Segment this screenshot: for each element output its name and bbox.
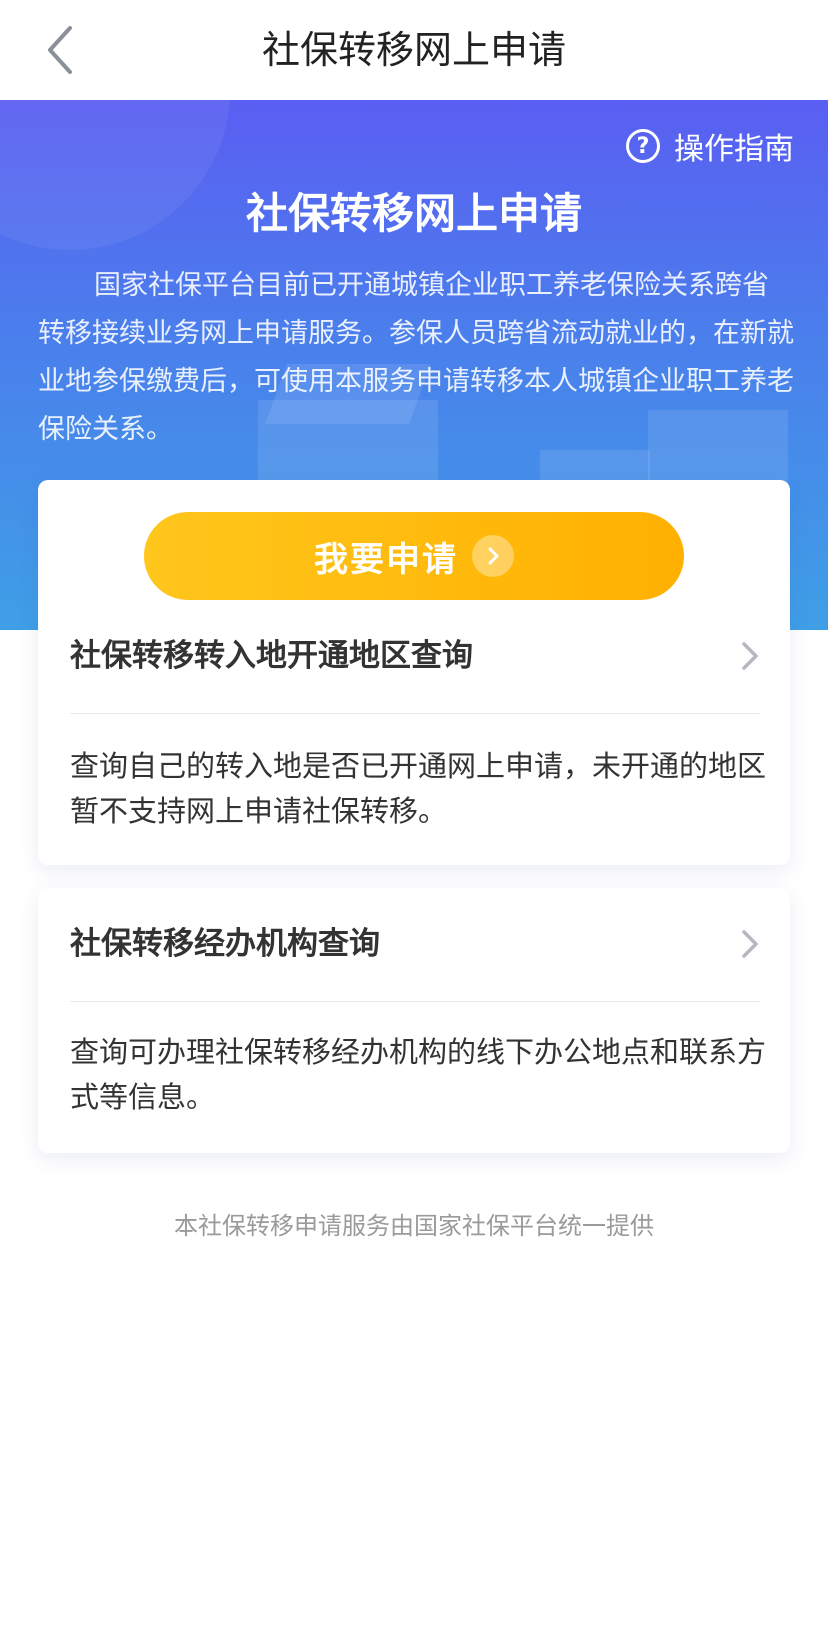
divider xyxy=(70,1001,760,1002)
apply-button-label: 我要申请 xyxy=(314,539,458,580)
region-query-description: 查询自己的转入地是否已开通网上申请，未开通的地区暂不支持网上申请社保转移。 xyxy=(70,749,767,828)
question-circle-icon: ? xyxy=(626,129,660,163)
agency-query-card: 社保转移经办机构查询 查询可办理社保转移经办机构的线下办公地点和联系方式等信息。 xyxy=(38,888,790,1153)
banner-description: 国家社保平台目前已开通城镇企业职工养老保险关系跨省转移接续业务网上申请服务。参保… xyxy=(38,270,794,445)
operation-guide-link[interactable]: ? 操作指南 xyxy=(626,124,794,168)
page-title: 社保转移网上申请 xyxy=(261,28,566,72)
chevron-right-icon xyxy=(742,930,758,958)
arrow-right-circle-icon xyxy=(472,535,514,577)
agency-query-row[interactable]: 社保转移经办机构查询 xyxy=(70,914,760,974)
footer-note: 本社保转移申请服务由国家社保平台统一提供 xyxy=(174,1212,654,1240)
agency-query-description: 查询可办理社保转移经办机构的线下办公地点和联系方式等信息。 xyxy=(70,1035,767,1114)
apply-button[interactable]: 我要申请 xyxy=(144,512,684,600)
nav-bar: 社保转移网上申请 xyxy=(0,0,828,100)
divider xyxy=(70,713,760,714)
region-query-title: 社保转移转入地开通地区查询 xyxy=(70,638,473,674)
region-query-row[interactable]: 社保转移转入地开通地区查询 xyxy=(70,626,760,686)
operation-guide-label: 操作指南 xyxy=(674,132,794,167)
region-query-card: 我要申请 社保转移转入地开通地区查询 查询自己的转入地是否已开通网上申请，未开通… xyxy=(38,480,790,865)
chevron-right-icon xyxy=(742,642,758,670)
agency-query-title: 社保转移经办机构查询 xyxy=(70,926,380,962)
banner-title: 社保转移网上申请 xyxy=(245,189,582,238)
